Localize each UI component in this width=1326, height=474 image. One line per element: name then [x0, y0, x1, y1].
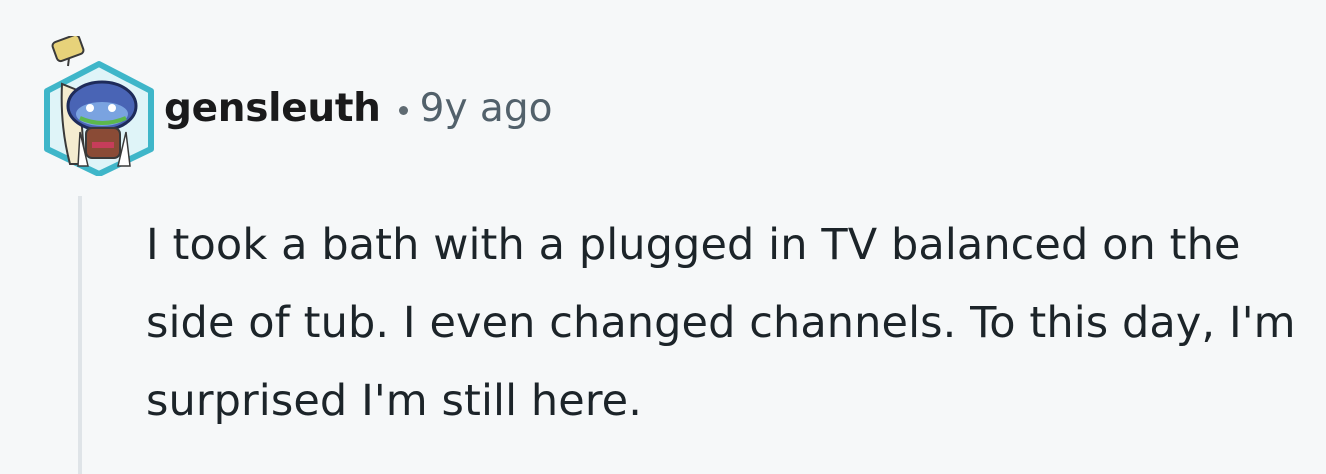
comment: gensleuth 9y ago I took a bath with a pl… [0, 0, 1326, 474]
comment-timestamp[interactable]: 9y ago [420, 89, 553, 128]
thread-collapse-line[interactable] [78, 196, 82, 474]
comment-header: gensleuth 9y ago [40, 36, 552, 176]
author-name[interactable]: gensleuth [164, 89, 381, 128]
comment-body: I took a bath with a plugged in TV balan… [146, 220, 1296, 426]
meta-separator-dot [398, 105, 408, 115]
user-avatar-icon[interactable] [40, 36, 158, 176]
